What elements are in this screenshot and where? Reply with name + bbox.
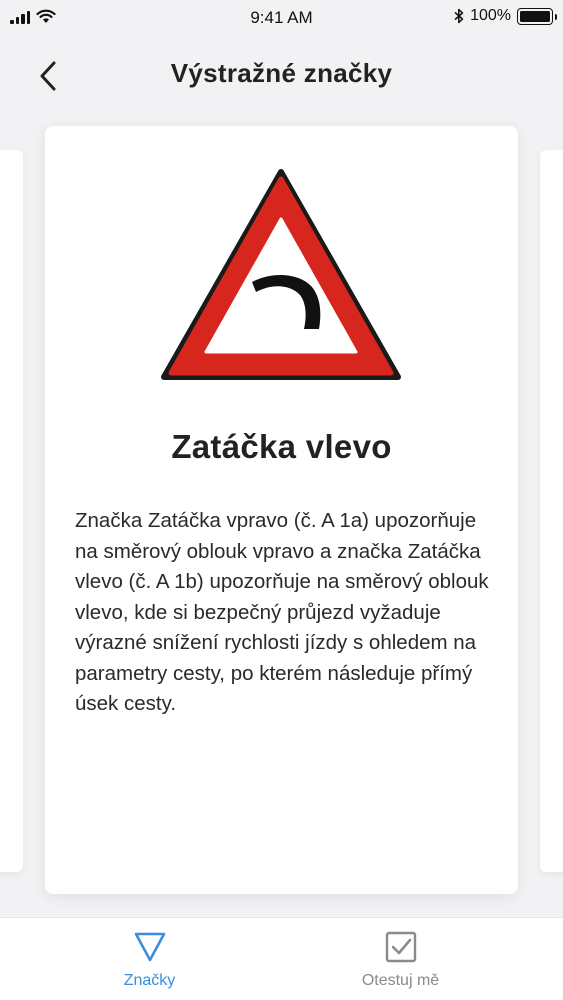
tab-label-znacky: Značky bbox=[123, 972, 176, 989]
sign-description: Značka Zatáčka vpravo (č. A 1a) upozorňu… bbox=[75, 509, 489, 715]
bluetooth-icon bbox=[454, 8, 464, 24]
curve-left-warning-sign bbox=[161, 169, 401, 380]
battery-percent: 100% bbox=[470, 7, 511, 24]
nav-header: Výstražné značky bbox=[0, 44, 563, 106]
status-bar: 9:41 AM 100% bbox=[0, 0, 563, 36]
tab-label-otestuj-me: Otestuj mě bbox=[361, 972, 440, 989]
tab-znacky[interactable]: Značky bbox=[9, 918, 290, 1000]
tab-otestuj-me[interactable]: Otestuj mě bbox=[260, 918, 541, 1000]
previous-card[interactable] bbox=[0, 150, 23, 872]
triangle-outline-icon bbox=[134, 932, 165, 962]
next-card[interactable] bbox=[540, 150, 563, 872]
sign-title: Zatáčka vlevo bbox=[171, 428, 392, 465]
status-right: 100% bbox=[454, 7, 557, 25]
sign-card: Zatáčka vlevo Značka Zatáčka vpravo (č. … bbox=[45, 126, 518, 894]
page-title: Výstražné značky bbox=[170, 58, 393, 88]
battery-icon bbox=[517, 7, 557, 25]
checkbox-icon bbox=[385, 931, 416, 963]
tab-bar: Značky Otestuj mě bbox=[0, 917, 563, 1000]
